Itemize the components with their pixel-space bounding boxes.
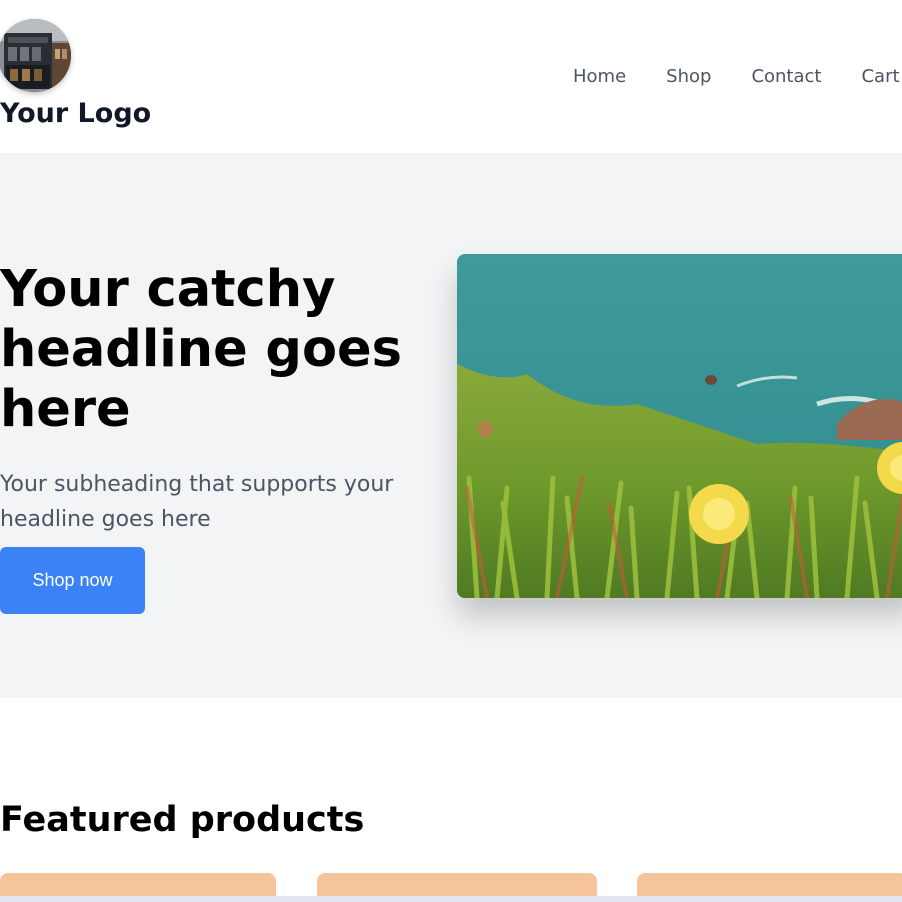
shop-now-button[interactable]: Shop now [0,547,145,614]
hero-subheading: Your subheading that supports your headl… [0,472,394,532]
hero-headline: Your catchy headline goes here [0,260,402,439]
nav-shop[interactable]: Shop [666,66,711,87]
hero-image [457,254,902,598]
logo-image[interactable] [0,19,71,92]
hero-section: Your catchy headline goes here Your subh… [0,153,902,698]
page-bottom-bar [0,896,902,902]
featured-title: Featured products [0,800,365,840]
main-nav: Home Shop Contact Cart [573,66,900,87]
nav-home[interactable]: Home [573,66,626,87]
nav-cart[interactable]: Cart [861,66,899,87]
site-header: Your Logo Home Shop Contact Cart [0,0,902,153]
nav-contact[interactable]: Contact [751,66,821,87]
logo-text[interactable]: Your Logo [0,98,151,129]
